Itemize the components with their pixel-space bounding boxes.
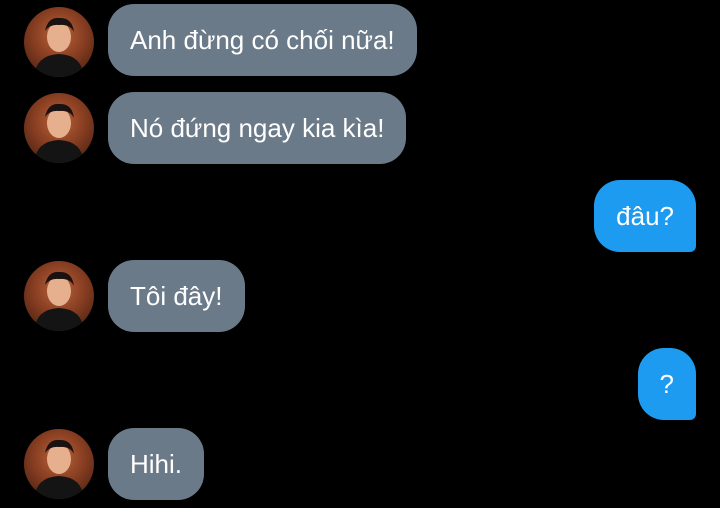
avatar-portrait-icon xyxy=(34,271,84,331)
avatar[interactable] xyxy=(24,7,94,77)
message-bubble-incoming[interactable]: Tôi đây! xyxy=(108,260,245,332)
message-bubble-outgoing[interactable]: ? xyxy=(637,348,696,420)
message-bubble-incoming[interactable]: Hihi. xyxy=(108,428,205,500)
avatar-portrait-icon xyxy=(34,17,84,77)
message-bubble-incoming[interactable]: Nó đứng ngay kia kìa! xyxy=(108,92,407,164)
avatar[interactable] xyxy=(24,93,94,163)
message-bubble-incoming[interactable]: Anh đừng có chối nữa! xyxy=(108,4,417,76)
avatar[interactable] xyxy=(24,429,94,499)
message-bubble-outgoing[interactable]: đâu? xyxy=(594,180,696,252)
avatar-portrait-icon xyxy=(34,103,84,163)
avatar-portrait-icon xyxy=(34,439,84,499)
avatar[interactable] xyxy=(24,261,94,331)
